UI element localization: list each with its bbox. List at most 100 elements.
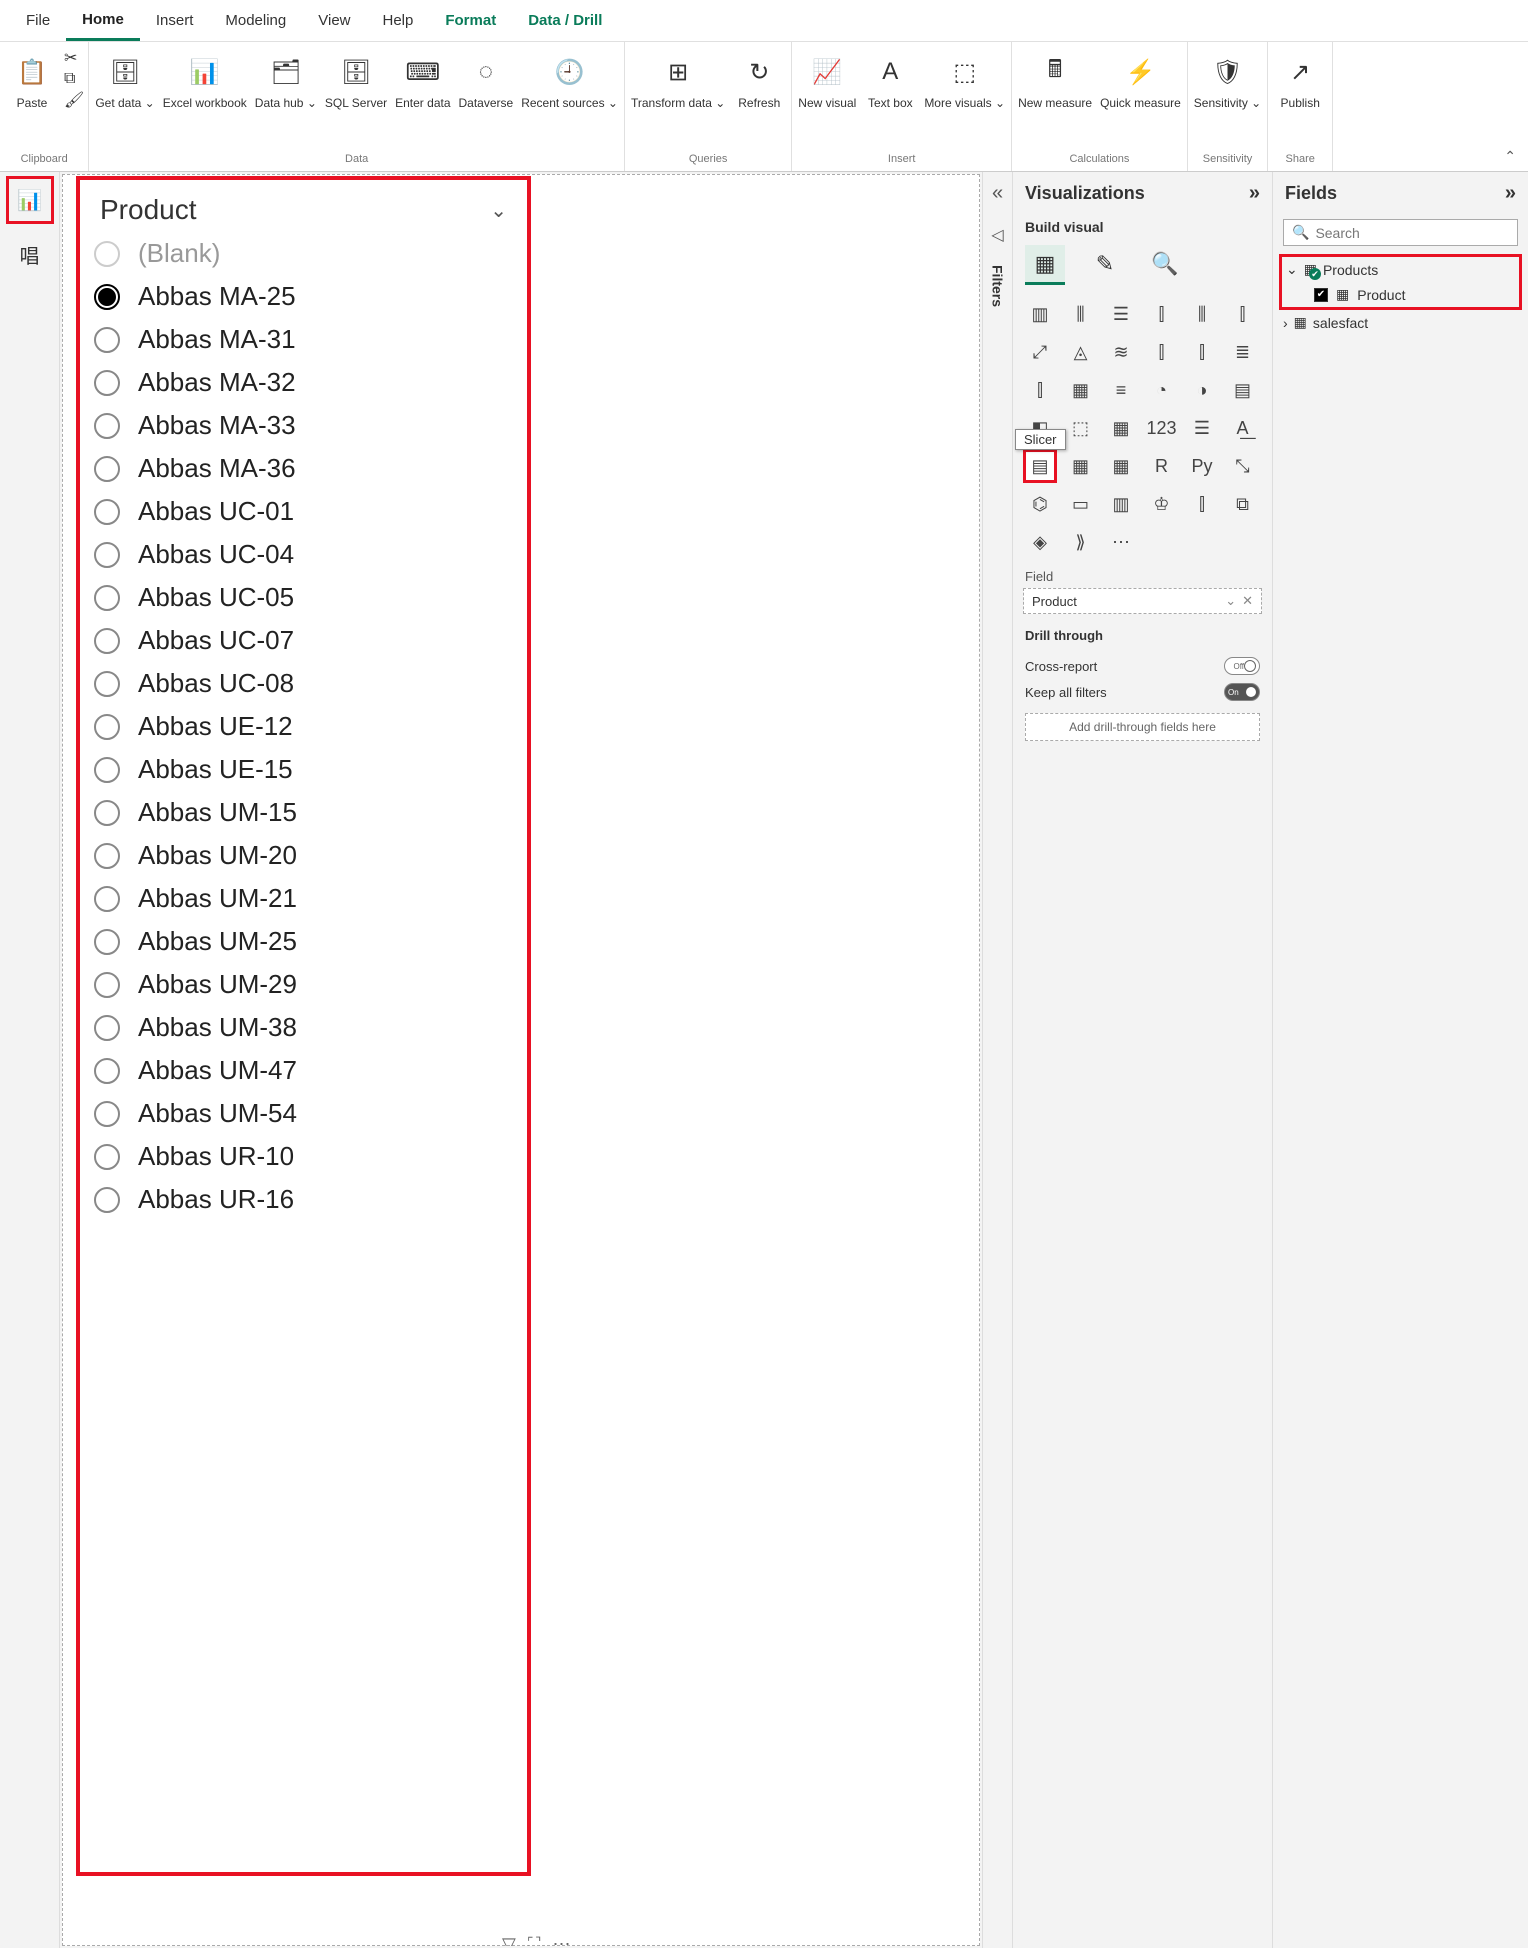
format-painter-icon[interactable]: 🖌 <box>64 90 84 110</box>
checkbox-icon[interactable]: ✔ <box>1314 288 1328 302</box>
radio-icon[interactable] <box>94 1058 120 1084</box>
menu-tab-file[interactable]: File <box>10 2 66 39</box>
viz-type-icon[interactable]: ▥ <box>1104 487 1138 521</box>
slicer-item[interactable]: Abbas MA-31 <box>94 318 513 361</box>
dataverse-button[interactable]: ◌Dataverse <box>455 46 518 112</box>
slicer-item[interactable]: Abbas MA-25 <box>94 275 513 318</box>
viz-type-icon[interactable]: ⟫ <box>1064 525 1098 559</box>
slicer-item[interactable]: Abbas UM-15 <box>94 791 513 834</box>
recent-sources-button[interactable]: 🕘Recent sources ⌄ <box>517 46 622 112</box>
viz-type-icon[interactable]: ▭ <box>1064 487 1098 521</box>
format-visual-mode[interactable]: ✎ <box>1085 245 1125 285</box>
slicer-item[interactable]: Abbas MA-32 <box>94 361 513 404</box>
viz-type-icon[interactable]: ▦ <box>1104 449 1138 483</box>
menu-tab-view[interactable]: View <box>302 2 366 39</box>
slicer-item[interactable]: Abbas UC-04 <box>94 533 513 576</box>
menu-tab-data-drill[interactable]: Data / Drill <box>512 2 618 39</box>
viz-type-icon[interactable]: ⤡ <box>1226 449 1260 483</box>
cross-report-toggle[interactable]: Off <box>1224 657 1260 675</box>
slicer-item[interactable]: Abbas UC-07 <box>94 619 513 662</box>
slicer-item[interactable]: Abbas MA-33 <box>94 404 513 447</box>
text-box-button[interactable]: AText box <box>860 46 920 112</box>
slicer-item[interactable]: Abbas UC-08 <box>94 662 513 705</box>
viz-type-icon[interactable]: ☰ <box>1104 297 1138 331</box>
radio-icon[interactable] <box>94 886 120 912</box>
radio-icon[interactable] <box>94 800 120 826</box>
expand-icon[interactable]: › <box>1283 315 1288 331</box>
collapse-icon[interactable]: » <box>1249 182 1260 205</box>
fields-field-product[interactable]: ✔▦Product <box>1282 282 1519 307</box>
radio-icon[interactable] <box>94 714 120 740</box>
radio-icon[interactable] <box>94 1187 120 1213</box>
viz-type-icon[interactable]: ⫿ <box>1226 297 1260 331</box>
viz-type-icon[interactable]: ⫼ <box>1064 297 1098 331</box>
collapse-icon[interactable]: » <box>1505 182 1516 205</box>
viz-type-icon[interactable]: ⌬ <box>1023 487 1057 521</box>
build-visual-mode[interactable]: ▦ <box>1025 245 1065 285</box>
slicer-item[interactable]: Abbas UM-47 <box>94 1049 513 1092</box>
viz-type-icon[interactable]: ⫿ <box>1185 487 1219 521</box>
viz-type-icon[interactable]: ◑ <box>1185 373 1219 407</box>
excel-workbook-button[interactable]: 📊Excel workbook <box>159 46 251 112</box>
filters-icon[interactable]: ◁ <box>991 225 1003 245</box>
slicer-header[interactable]: Product ⌄ <box>80 180 527 232</box>
radio-icon[interactable] <box>94 757 120 783</box>
radio-icon[interactable] <box>94 413 120 439</box>
radio-icon[interactable] <box>94 1101 120 1127</box>
data-hub-button[interactable]: 🗂Data hub ⌄ <box>251 46 321 112</box>
publish-button[interactable]: ↗Publish <box>1270 46 1330 112</box>
chevron-down-icon[interactable]: ⌄ <box>490 198 507 223</box>
viz-type-icon[interactable]: ▦ <box>1064 373 1098 407</box>
viz-type-icon[interactable]: ⫿ <box>1185 335 1219 369</box>
radio-icon[interactable] <box>94 370 120 396</box>
radio-icon[interactable] <box>94 284 120 310</box>
viz-type-icon[interactable]: ≋ <box>1104 335 1138 369</box>
new-visual-button[interactable]: 📈New visual <box>794 46 860 112</box>
viz-type-icon[interactable]: 123 <box>1145 411 1179 445</box>
slicer-item[interactable]: Abbas UM-21 <box>94 877 513 920</box>
keep-filters-toggle[interactable]: On <box>1224 683 1260 701</box>
collapse-ribbon-icon[interactable]: ⌃ <box>1492 142 1528 171</box>
quick-measure-button[interactable]: ⚡Quick measure <box>1096 46 1185 112</box>
fields-search[interactable]: 🔍 Search <box>1283 219 1518 246</box>
viz-type-icon[interactable]: ⧉ <box>1226 487 1260 521</box>
chevron-down-icon[interactable]: ⌄ <box>1225 593 1236 609</box>
slicer-item[interactable]: Abbas UM-54 <box>94 1092 513 1135</box>
filter-icon[interactable]: ▽ <box>502 1934 516 1946</box>
menu-tab-home[interactable]: Home <box>66 1 140 41</box>
viz-type-icon[interactable]: ☰ <box>1185 411 1219 445</box>
slicer-item[interactable]: (Blank) <box>94 232 513 275</box>
viz-type-icon[interactable]: ◬ <box>1064 335 1098 369</box>
viz-type-icon[interactable]: A͟ <box>1226 411 1260 445</box>
menu-tab-modeling[interactable]: Modeling <box>209 2 302 39</box>
model-view-button[interactable]: 唱 <box>6 230 54 278</box>
enter-data-button[interactable]: ⌨Enter data <box>391 46 454 112</box>
viz-type-icon[interactable]: ⫿ <box>1145 335 1179 369</box>
viz-type-icon[interactable]: Py <box>1185 449 1219 483</box>
viz-type-icon[interactable]: ◔ <box>1145 373 1179 407</box>
slicer-item[interactable]: Abbas UE-15 <box>94 748 513 791</box>
menu-tab-format[interactable]: Format <box>429 2 512 39</box>
expand-left-icon[interactable]: « <box>992 182 1003 205</box>
radio-icon[interactable] <box>94 628 120 654</box>
viz-type-icon[interactable]: ⫿ <box>1145 297 1179 331</box>
slicer-item[interactable]: Abbas UC-05 <box>94 576 513 619</box>
slicer-item[interactable]: Abbas UR-16 <box>94 1178 513 1221</box>
radio-icon[interactable] <box>94 972 120 998</box>
expand-icon[interactable]: ⌄ <box>1286 261 1298 278</box>
viz-type-icon[interactable]: ◈ <box>1023 525 1057 559</box>
report-canvas[interactable]: Product ⌄ (Blank)Abbas MA-25Abbas MA-31A… <box>62 174 980 1946</box>
slicer-item[interactable]: Abbas UR-10 <box>94 1135 513 1178</box>
viz-type-icon[interactable]: ⋯ <box>1104 525 1138 559</box>
analytics-mode[interactable]: 🔍 <box>1145 245 1185 285</box>
viz-type-icon[interactable]: ⬚ <box>1064 411 1098 445</box>
radio-icon[interactable] <box>94 327 120 353</box>
viz-type-icon[interactable]: ⫿ <box>1023 373 1057 407</box>
slicer-item[interactable]: Abbas UM-25 <box>94 920 513 963</box>
sensitivity-button[interactable]: 🛡Sensitivity ⌄ <box>1190 46 1265 112</box>
slicer-item[interactable]: Abbas UM-38 <box>94 1006 513 1049</box>
focus-icon[interactable]: ⛶ <box>528 1934 541 1946</box>
viz-type-icon[interactable]: ⤢ <box>1023 335 1057 369</box>
slicer-item[interactable]: Abbas MA-36 <box>94 447 513 490</box>
new-measure-button[interactable]: 🖩New measure <box>1014 46 1096 112</box>
